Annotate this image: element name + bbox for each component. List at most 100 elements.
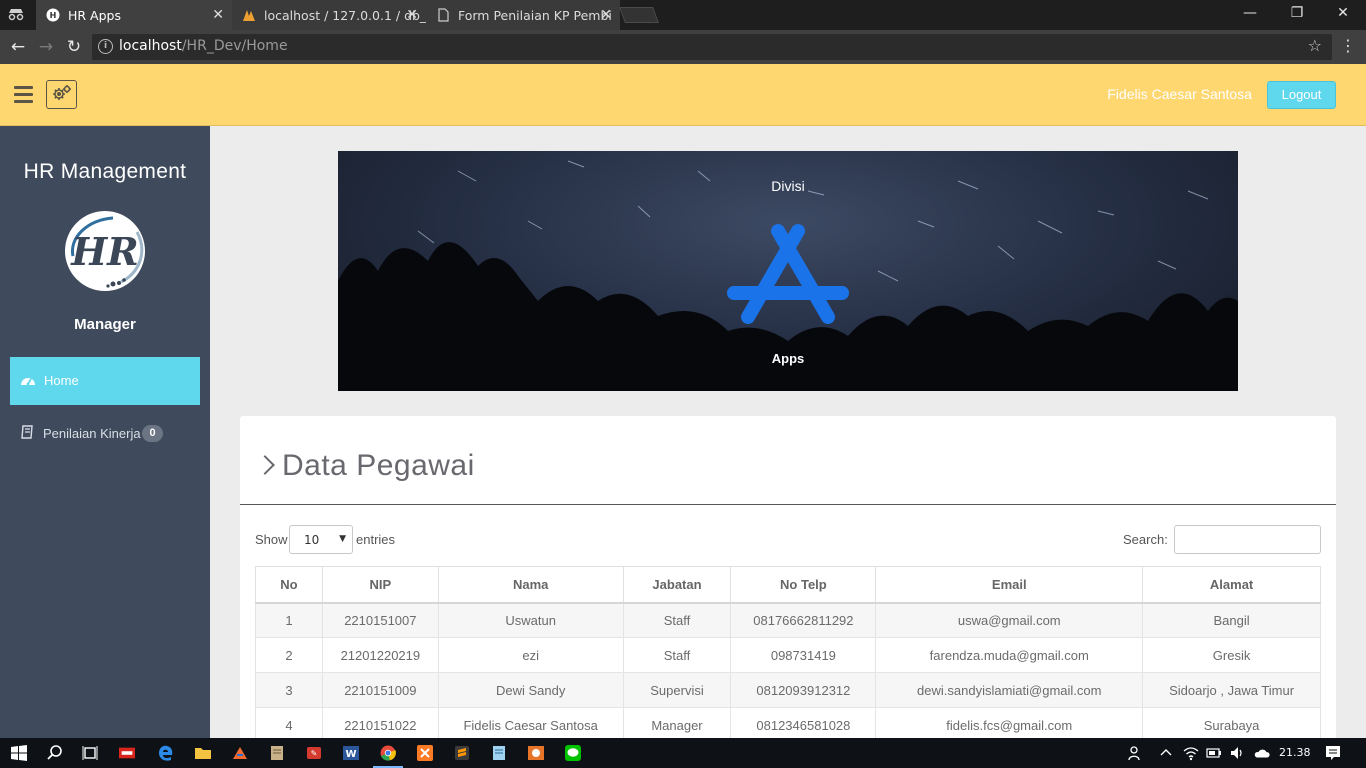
table-header-row: No NIP Nama Jabatan No Telp Email Alamat xyxy=(255,566,1321,604)
entries-select-value: 10 xyxy=(304,533,320,547)
cell-no: 1 xyxy=(255,602,323,638)
browser-toolbar: ← → ↻ i localhost/HR_Dev/Home ☆ ⋮ xyxy=(0,30,1366,64)
table-row[interactable]: 2 21201220219 ezi Staff 098731419 farend… xyxy=(255,637,1321,673)
cell-jabatan: Staff xyxy=(622,602,732,638)
forward-icon[interactable]: → xyxy=(35,36,57,58)
task-view-icon[interactable] xyxy=(82,745,98,761)
column-header-email[interactable]: Email xyxy=(875,566,1144,604)
column-header-jabatan[interactable]: Jabatan xyxy=(622,566,732,604)
notepad-icon[interactable] xyxy=(269,745,285,761)
app-store-icon xyxy=(727,224,849,324)
dashboard-icon xyxy=(20,373,36,387)
info-icon[interactable]: i xyxy=(98,39,113,54)
cell-alamat: Sidoarjo , Jawa Timur xyxy=(1142,672,1321,708)
close-icon[interactable]: ✕ xyxy=(600,7,612,23)
battery-icon[interactable] xyxy=(1206,745,1222,761)
column-header-nama[interactable]: Nama xyxy=(437,566,624,604)
sidebar-item-label: Home xyxy=(44,373,79,388)
column-header-no-telp[interactable]: No Telp xyxy=(730,566,877,604)
windows-start-icon[interactable] xyxy=(11,745,27,761)
cell-email: farendza.muda@gmail.com xyxy=(875,637,1144,673)
browser-menu-icon[interactable]: ⋮ xyxy=(1340,38,1356,54)
cell-no-telp: 0812093912312 xyxy=(730,672,877,708)
close-window-icon[interactable]: ✕ xyxy=(1333,5,1353,21)
column-header-no[interactable]: No xyxy=(255,566,323,604)
show-label: Show xyxy=(255,532,288,547)
employee-table: No NIP Nama Jabatan No Telp Email Alamat… xyxy=(255,566,1321,743)
phpmyadmin-favicon xyxy=(242,8,256,22)
entries-select[interactable]: 10 ▼ xyxy=(289,525,353,554)
tab-form-penilaian[interactable]: Form Penilaian KP Pembi ✕ xyxy=(426,0,620,30)
entries-label: entries xyxy=(356,532,396,547)
reload-icon[interactable]: ↻ xyxy=(63,36,85,58)
cell-alamat: Bangil xyxy=(1142,602,1321,638)
close-icon[interactable]: ✕ xyxy=(406,7,418,23)
people-icon[interactable] xyxy=(1128,745,1144,761)
wifi-icon[interactable] xyxy=(1183,745,1199,761)
page-title: Data Pegawai xyxy=(255,449,475,483)
word-icon[interactable]: W xyxy=(343,745,359,761)
sublime-text-icon[interactable] xyxy=(454,745,470,761)
cell-nip: 2210151007 xyxy=(321,602,439,638)
action-center-icon[interactable] xyxy=(1325,745,1341,761)
logout-button[interactable]: Logout xyxy=(1267,81,1336,109)
dev-tool-icon[interactable] xyxy=(232,745,248,761)
edge-icon[interactable] xyxy=(158,745,174,761)
document-viewer-icon[interactable]: ✎ xyxy=(306,745,322,761)
current-user-name[interactable]: Fidelis Caesar Santosa xyxy=(1107,86,1252,102)
url-host: localhost xyxy=(119,38,182,54)
file-explorer-icon[interactable] xyxy=(195,745,211,761)
table-row[interactable]: 1 2210151007 Uswatun Staff 0817666281129… xyxy=(255,602,1321,638)
cell-no-telp: 08176662811292 xyxy=(730,602,877,638)
document-favicon xyxy=(436,8,450,22)
chrome-icon[interactable] xyxy=(380,745,396,761)
presentation-icon[interactable] xyxy=(528,745,544,761)
url-text[interactable]: localhost/HR_Dev/Home xyxy=(119,38,288,54)
new-tab-button[interactable] xyxy=(619,7,659,23)
banner-heading: Divisi xyxy=(771,178,805,194)
close-icon[interactable]: ✕ xyxy=(212,7,224,23)
chevron-right-icon xyxy=(255,455,275,475)
onedrive-icon[interactable] xyxy=(1254,745,1270,761)
svg-text:W: W xyxy=(345,749,356,760)
data-pegawai-card: Data Pegawai Show 10 ▼ entries Search: N… xyxy=(240,416,1336,756)
tab-title: HR Apps xyxy=(68,7,121,23)
sidebar-item-penilaian-kinerja[interactable]: Penilaian Kinerja 0 xyxy=(10,419,200,449)
notes-icon[interactable] xyxy=(491,745,507,761)
tab-phpmyadmin[interactable]: localhost / 127.0.0.1 / db_ ✕ xyxy=(232,0,426,30)
sidebar-item-label: Penilaian Kinerja xyxy=(43,426,141,441)
cell-alamat: Gresik xyxy=(1142,637,1321,673)
line-chat-icon[interactable] xyxy=(565,745,581,761)
search-label: Search: xyxy=(1123,532,1168,547)
banner-subheading: Apps xyxy=(771,351,805,366)
sidebar: HR Management HR Manager Home Penilaian … xyxy=(0,126,210,738)
bookmark-star-icon[interactable]: ☆ xyxy=(1308,36,1322,55)
hamburger-menu-icon[interactable] xyxy=(14,86,33,103)
xampp-icon[interactable] xyxy=(417,745,433,761)
column-header-alamat[interactable]: Alamat xyxy=(1142,566,1321,604)
volume-icon[interactable] xyxy=(1229,745,1245,761)
book-icon xyxy=(20,425,34,439)
antivirus-icon[interactable] xyxy=(119,745,135,761)
logo-text: HR xyxy=(70,229,138,274)
cell-nip: 21201220219 xyxy=(321,637,439,673)
dropdown-caret-icon: ▼ xyxy=(339,534,346,544)
restore-icon[interactable]: ❐ xyxy=(1287,5,1307,21)
settings-button[interactable] xyxy=(46,80,77,109)
address-bar[interactable]: i localhost/HR_Dev/Home ☆ xyxy=(92,34,1332,60)
sidebar-item-home[interactable]: Home xyxy=(10,357,200,405)
table-row[interactable]: 3 2210151009 Dewi Sandy Supervisi 081209… xyxy=(255,672,1321,708)
search-input[interactable] xyxy=(1174,525,1321,554)
page-title-text: Data Pegawai xyxy=(282,449,475,482)
clock-time[interactable]: 21.38 xyxy=(1279,746,1311,759)
back-icon[interactable]: ← xyxy=(7,36,29,58)
user-role: Manager xyxy=(74,316,136,333)
incognito-icon[interactable] xyxy=(7,7,25,23)
search-icon[interactable] xyxy=(47,745,63,761)
minimize-icon[interactable]: — xyxy=(1240,5,1260,21)
chevron-up-icon[interactable] xyxy=(1158,745,1174,761)
column-header-nip[interactable]: NIP xyxy=(321,566,439,604)
tab-hr-apps[interactable]: H HR Apps ✕ xyxy=(36,0,232,30)
sidebar-brand: HR Management xyxy=(23,160,187,183)
cell-jabatan: Supervisi xyxy=(622,672,732,708)
